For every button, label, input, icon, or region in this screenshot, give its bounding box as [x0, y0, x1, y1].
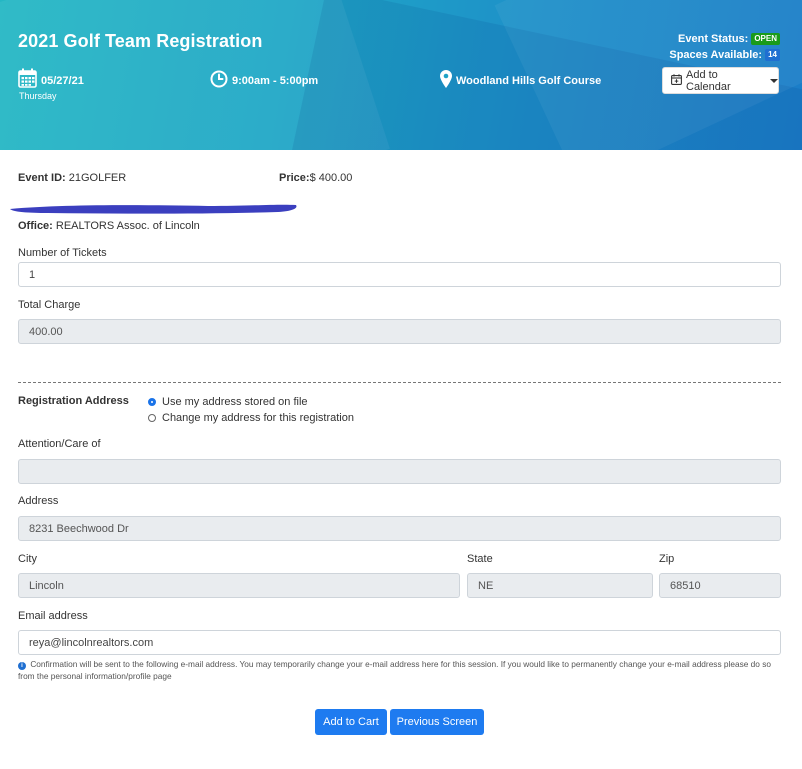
spaces-count-badge: 14	[765, 49, 780, 61]
zip-field[interactable]: 68510	[659, 573, 781, 598]
price-label: Price:	[279, 172, 310, 184]
add-to-cart-button[interactable]: Add to Cart	[315, 709, 387, 735]
section-divider	[18, 382, 781, 383]
radio-change-address[interactable]: Change my address for this registration	[148, 410, 354, 426]
event-date: 05/27/21 Thursday	[18, 68, 84, 101]
event-id-value: 21GOLFER	[68, 172, 127, 184]
state-field[interactable]: NE	[467, 573, 653, 598]
city-field[interactable]: Lincoln	[18, 573, 460, 598]
total-charge-field: 400.00	[18, 319, 781, 344]
event-status-label: Event Status:	[678, 33, 749, 45]
radio-change-label: Change my address for this registration	[162, 412, 354, 424]
tickets-label: Number of Tickets	[18, 247, 107, 259]
address-label: Address	[18, 495, 59, 507]
map-pin-icon	[440, 70, 452, 91]
event-time-value: 9:00am - 5:00pm	[232, 74, 319, 87]
add-to-calendar-button[interactable]: Add to Calendar	[662, 67, 779, 94]
status-badge: OPEN	[751, 33, 780, 45]
email-field[interactable]: reya@lincolnrealtors.com	[18, 630, 781, 655]
attention-field[interactable]	[18, 459, 781, 484]
event-weekday: Thursday	[19, 91, 57, 101]
zip-label: Zip	[659, 553, 675, 565]
event-id: Event ID: 21GOLFER	[18, 172, 126, 184]
info-icon: i	[18, 662, 26, 670]
email-note-text: Confirmation will be sent to the followi…	[18, 659, 771, 681]
chevron-down-icon	[770, 78, 778, 83]
registration-address-label: Registration Address	[18, 395, 129, 407]
price-value: $ 400.00	[309, 172, 353, 184]
event-time: 9:00am - 5:00pm	[210, 70, 318, 91]
address-choice-group: Use my address stored on file Change my …	[148, 394, 354, 426]
attention-label: Attention/Care of	[18, 438, 101, 450]
previous-screen-button[interactable]: Previous Screen	[390, 709, 484, 735]
office-value: REALTORS Assoc. of Lincoln	[55, 220, 200, 232]
city-label: City	[18, 553, 37, 565]
radio-unselected-icon[interactable]	[148, 414, 156, 422]
calendar-add-icon	[671, 73, 682, 88]
event-date-value: 05/27/21	[41, 75, 84, 87]
clock-icon	[210, 70, 228, 91]
office: Office: REALTORS Assoc. of Lincoln	[18, 220, 200, 232]
total-charge-label: Total Charge	[18, 299, 81, 311]
registration-address-text: Registration Address	[18, 395, 129, 407]
radio-use-stored-address[interactable]: Use my address stored on file	[148, 394, 354, 410]
office-label: Office:	[18, 220, 53, 232]
event-price: Price:$ 400.00	[279, 172, 352, 184]
tickets-input[interactable]: 1	[18, 262, 781, 287]
spaces-available-label: Spaces Available:	[669, 49, 763, 61]
event-location-value: Woodland Hills Golf Course	[456, 74, 602, 87]
event-status-block: Event Status: OPEN Spaces Available: 14	[669, 31, 780, 63]
email-label: Email address	[18, 610, 88, 622]
email-confirmation-note: i Confirmation will be sent to the follo…	[18, 658, 786, 682]
state-label: State	[467, 553, 493, 565]
page-title: 2021 Golf Team Registration	[18, 31, 263, 51]
radio-selected-icon[interactable]	[148, 398, 156, 406]
redaction-mark	[10, 204, 297, 214]
event-id-label: Event ID:	[18, 172, 66, 184]
address-field[interactable]: 8231 Beechwood Dr	[18, 516, 781, 541]
event-header-banner: 2021 Golf Team Registration Event Status…	[0, 0, 802, 150]
radio-use-stored-label: Use my address stored on file	[162, 396, 308, 408]
event-location: Woodland Hills Golf Course	[440, 70, 601, 91]
add-to-calendar-label: Add to Calendar	[686, 68, 731, 93]
